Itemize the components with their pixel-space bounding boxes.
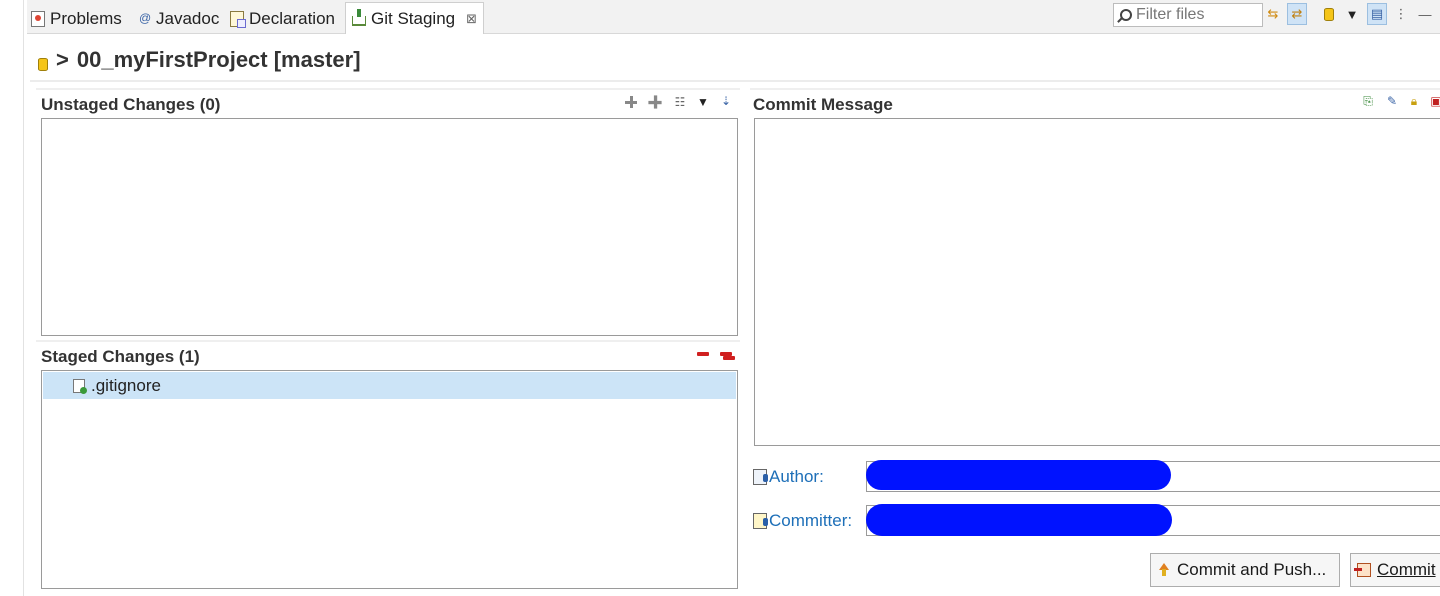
- sort-icon[interactable]: ⇣: [718, 93, 734, 109]
- author-icon: [753, 469, 768, 485]
- repository-header: > 00_myFirstProject [master]: [38, 44, 361, 76]
- push-icon: [1157, 563, 1171, 577]
- tab-git-staging-label: Git Staging: [371, 8, 456, 28]
- commit-button[interactable]: Commit: [1350, 553, 1440, 587]
- tab-declaration[interactable]: Declaration: [230, 4, 335, 34]
- javadoc-icon: @: [139, 11, 152, 25]
- unstaged-changes-list[interactable]: [41, 118, 738, 336]
- commit-message-input[interactable]: [754, 118, 1440, 446]
- link-with-selection-icon[interactable]: ⇄: [1287, 3, 1307, 25]
- declaration-icon: [230, 11, 246, 28]
- redaction-mark: [866, 460, 1171, 490]
- stage-selected-icon[interactable]: [623, 94, 639, 110]
- filter-files-placeholder: Filter files: [1136, 6, 1205, 23]
- header-divider: [30, 80, 1440, 82]
- left-gutter: [0, 0, 24, 596]
- tab-declaration-label: Declaration: [249, 9, 335, 28]
- commit-divider: [750, 88, 1440, 90]
- minimize-icon[interactable]: —: [1415, 3, 1435, 25]
- added-file-icon: [73, 378, 87, 394]
- tab-git-staging[interactable]: Git Staging ⊠: [345, 2, 485, 34]
- stage-all-icon[interactable]: [647, 94, 663, 110]
- dropdown-icon[interactable]: ▼: [695, 94, 711, 110]
- staged-divider: [36, 340, 740, 342]
- repo-title: 00_myFirstProject [master]: [76, 47, 361, 72]
- author-label: Author:: [753, 467, 824, 487]
- tab-problems[interactable]: Problems: [31, 4, 122, 34]
- staged-changes-title: Staged Changes (1): [41, 347, 200, 366]
- unstaged-changes-title: Unstaged Changes (0): [41, 95, 221, 114]
- repository-icon: [38, 57, 48, 71]
- staged-changes-list[interactable]: [41, 370, 738, 589]
- refresh-icon[interactable]: ⇆: [1263, 3, 1283, 25]
- repo-prefix: >: [56, 47, 69, 72]
- tab-javadoc-label: Javadoc: [156, 9, 220, 28]
- tab-javadoc[interactable]: @ Javadoc: [139, 4, 219, 34]
- commit-icon: [1354, 563, 1371, 577]
- commit-and-push-button[interactable]: Commit and Push...: [1150, 553, 1340, 587]
- staged-file-row[interactable]: .gitignore: [43, 372, 736, 399]
- close-icon[interactable]: ⊠: [466, 11, 477, 27]
- unstage-all-icon[interactable]: [718, 346, 734, 362]
- lock-icon[interactable]: 🔒︎: [1406, 93, 1422, 109]
- committer-label: Committer:: [753, 511, 852, 531]
- unstage-selected-icon[interactable]: [695, 346, 711, 362]
- repository-icon[interactable]: [1319, 3, 1339, 25]
- problems-icon: [31, 11, 45, 27]
- git-staging-icon: [352, 8, 366, 26]
- change-id-icon[interactable]: ▣: [1428, 93, 1440, 109]
- filter-files-input[interactable]: Filter files: [1113, 3, 1263, 27]
- committer-icon: [753, 513, 768, 529]
- tab-problems-label: Problems: [50, 9, 122, 28]
- unstaged-divider: [36, 88, 740, 90]
- staged-file-name: .gitignore: [91, 375, 161, 395]
- commit-message-title: Commit Message: [753, 95, 893, 114]
- redaction-mark: [866, 504, 1172, 536]
- dropdown-icon[interactable]: ▼: [1342, 3, 1362, 25]
- view-menu-icon[interactable]: ⋮: [1391, 3, 1411, 25]
- signed-off-icon[interactable]: ✎: [1384, 93, 1400, 109]
- presentation-icon[interactable]: ☷: [672, 94, 688, 110]
- layout-icon[interactable]: ▤: [1367, 3, 1387, 25]
- view-tab-bar: Problems @ Javadoc Declaration Git Stagi…: [27, 0, 1440, 34]
- amend-icon[interactable]: ⎘: [1360, 93, 1376, 109]
- search-icon: [1120, 9, 1132, 21]
